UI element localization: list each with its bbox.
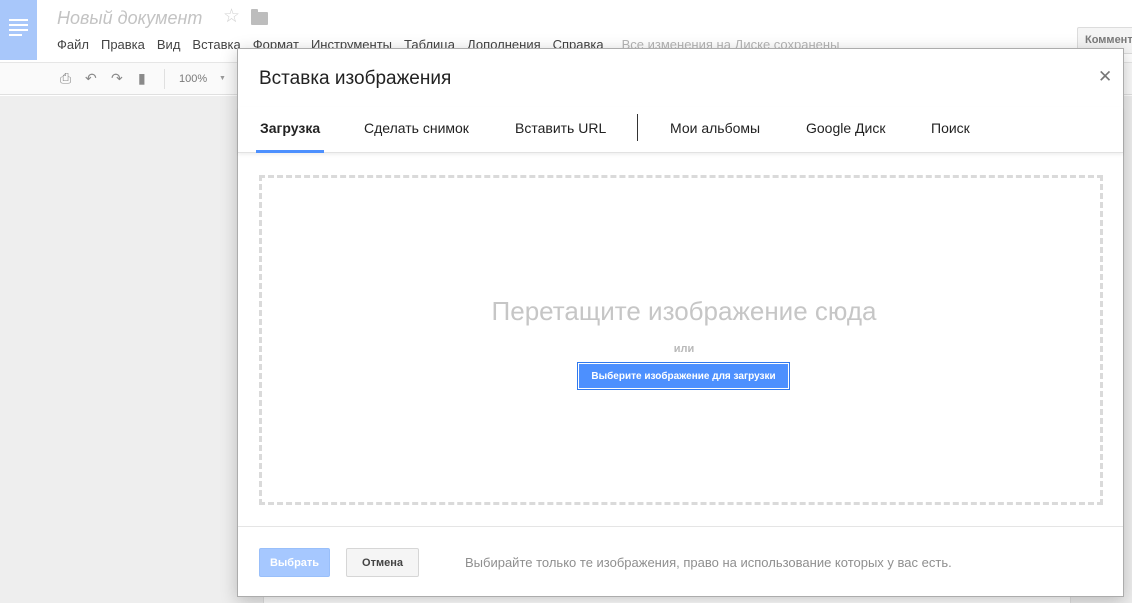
menu-file[interactable]: Файл [57, 37, 89, 52]
usage-rights-note: Выбирайте только те изображения, право н… [465, 555, 952, 570]
menu-insert[interactable]: Вставка [192, 37, 240, 52]
tab-search[interactable]: Поиск [931, 107, 970, 153]
redo-icon[interactable]: ↷ [111, 71, 123, 85]
tab-upload[interactable]: Загрузка [256, 107, 325, 153]
menu-edit[interactable]: Правка [101, 37, 145, 52]
choose-image-button[interactable]: Выберите изображение для загрузки [577, 362, 790, 390]
toolbar-divider [164, 69, 165, 89]
dropzone-title: Перетащите изображение сюда [491, 296, 877, 326]
cancel-button[interactable]: Отмена [346, 548, 419, 577]
dialog-footer: Выбрать Отмена Выбирайте только те изобр… [238, 526, 1123, 596]
insert-image-dialog: Вставка изображения ✕ Загрузка Сделать с… [237, 48, 1124, 597]
dialog-tabs: Загрузка Сделать снимок Вставить URL Мои… [238, 107, 1123, 153]
tab-divider [637, 114, 638, 141]
select-button[interactable]: Выбрать [259, 548, 330, 577]
undo-icon[interactable]: ↶ [85, 71, 97, 85]
tab-take-snapshot[interactable]: Сделать снимок [364, 107, 469, 153]
tab-insert-url[interactable]: Вставить URL [515, 107, 606, 153]
dropzone-or-label: или [673, 343, 695, 355]
dialog-title: Вставка изображения [259, 68, 452, 89]
folder-icon[interactable] [251, 9, 268, 25]
tab-my-albums[interactable]: Мои альбомы [670, 107, 760, 153]
star-icon[interactable]: ☆ [223, 7, 240, 26]
menu-view[interactable]: Вид [157, 37, 181, 52]
dropdown-caret-icon[interactable]: ▼ [219, 75, 226, 82]
print-icon[interactable]: ⎙ [60, 71, 71, 85]
document-title[interactable]: Новый документ [57, 8, 202, 29]
close-icon[interactable]: ✕ [1098, 68, 1112, 85]
zoom-select[interactable]: 100% [179, 73, 207, 85]
paint-format-icon[interactable]: ▮ [138, 71, 146, 85]
image-dropzone[interactable]: Перетащите изображение сюда или Выберите… [259, 175, 1103, 505]
tab-google-drive[interactable]: Google Диск [806, 107, 885, 153]
docs-logo-icon[interactable] [0, 0, 37, 60]
